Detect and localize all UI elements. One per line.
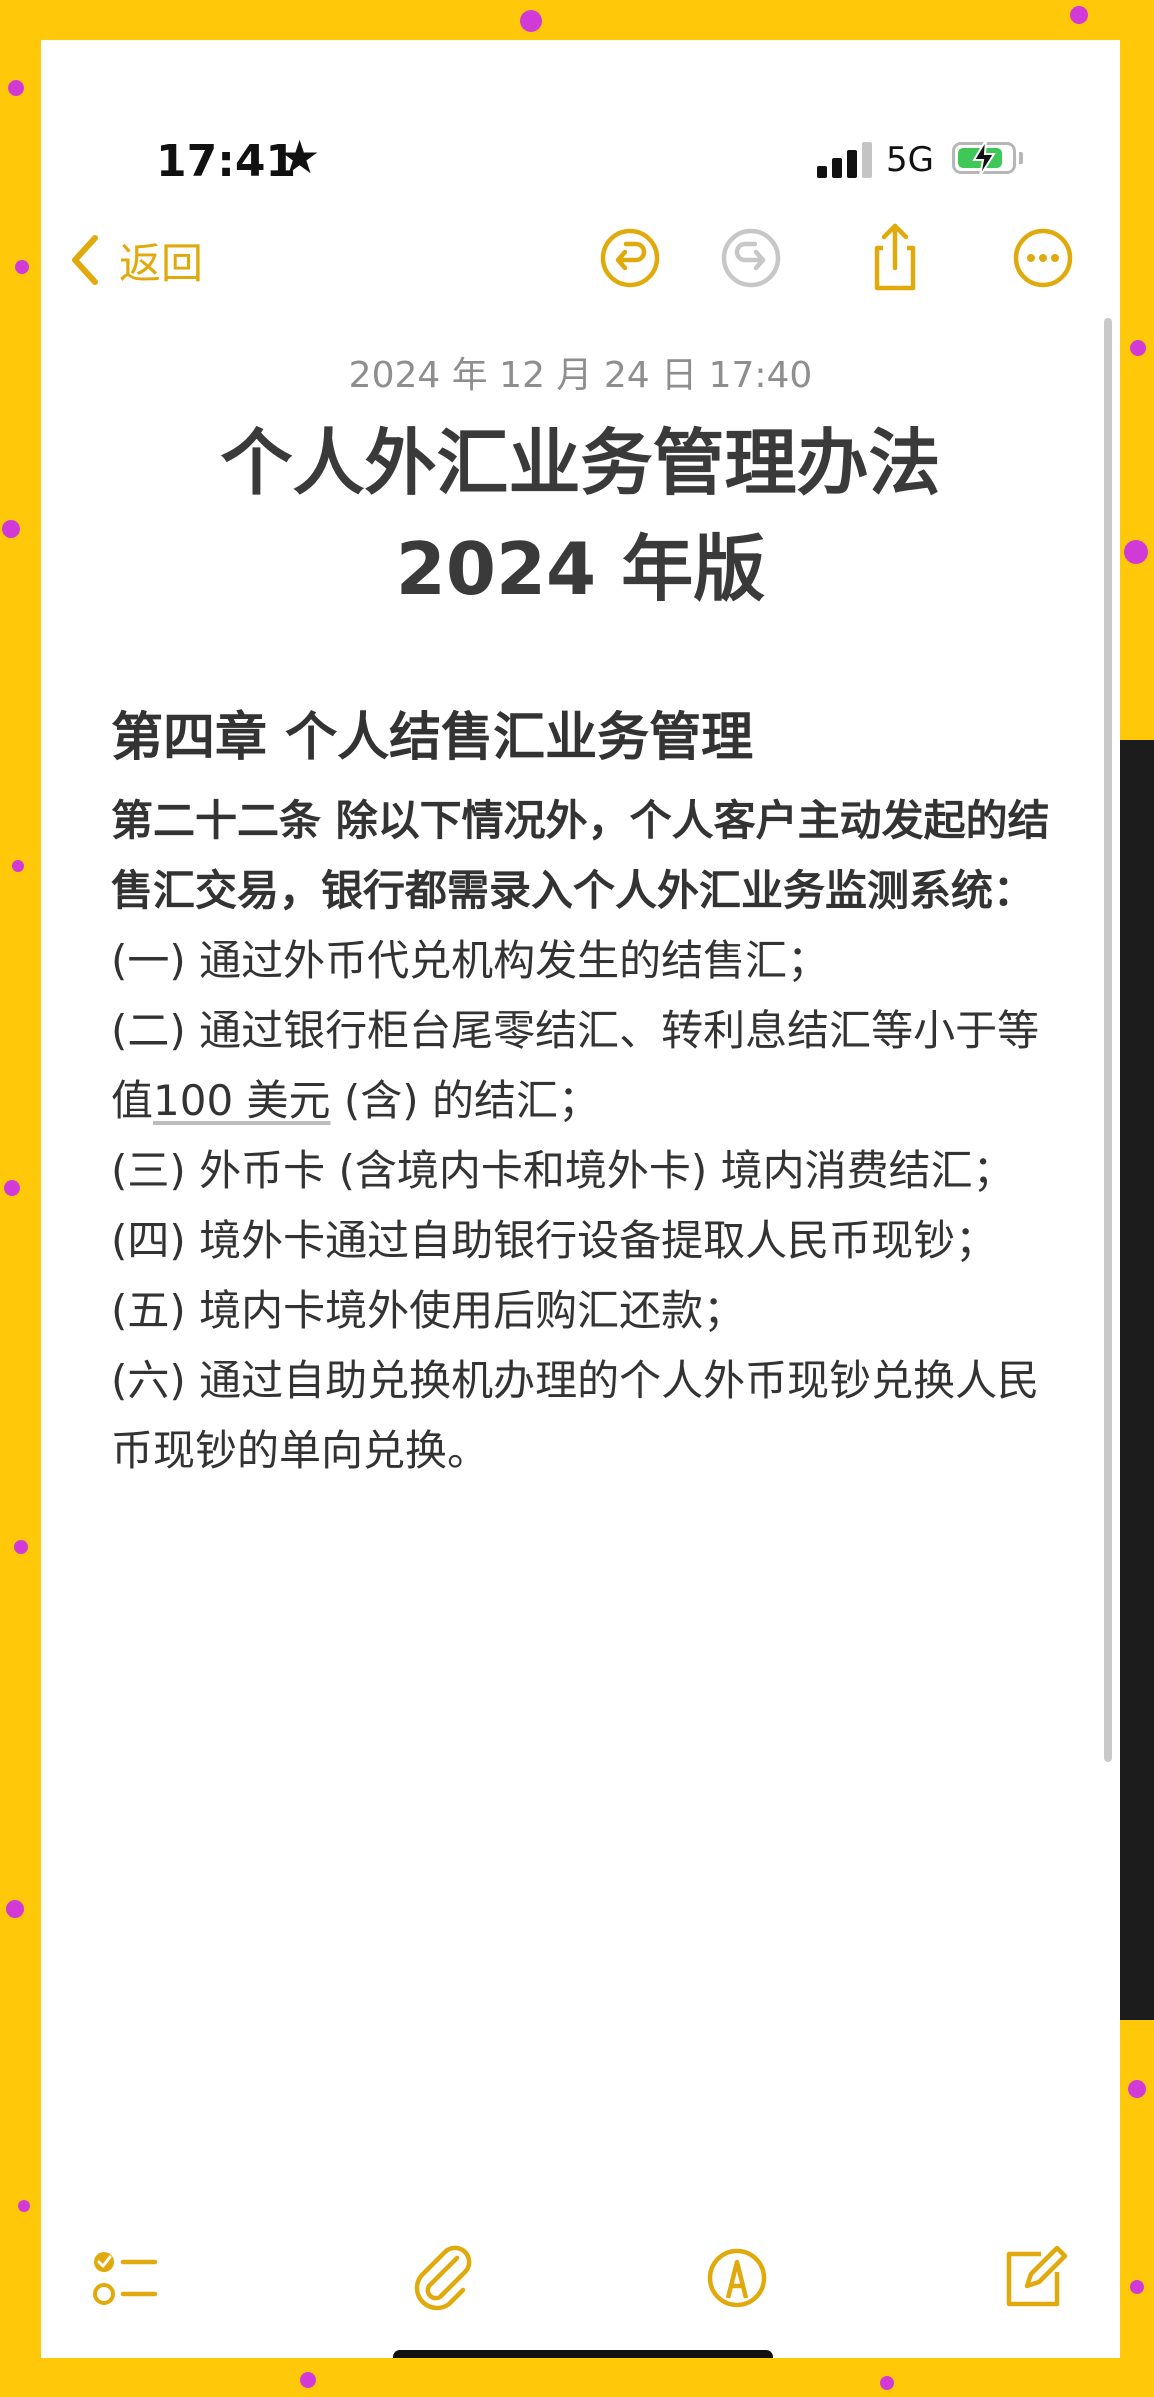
location-star-icon: ★ [279,130,321,184]
decor-dot [300,2372,316,2388]
decor-dot [2,520,20,538]
checklist-icon[interactable] [85,2236,169,2320]
note-date: 2024 年 12 月 24 日 17:40 [348,355,813,396]
share-icon[interactable] [853,216,937,300]
note-title[interactable]: 个人外汇业务管理办法 2024 年版 [41,410,1120,622]
background-photo-edge [1114,740,1154,2020]
scrollbar[interactable] [1104,318,1112,1762]
cellular-signal-icon [817,140,875,178]
note-title-line-2: 2024 年版 [395,527,766,611]
decor-dot [1070,6,1088,24]
currency-amount-link[interactable]: 100 美元 [153,1076,331,1125]
decor-dot [1130,2280,1144,2294]
list-item: (三) 外币卡 (含境内卡和境外卡) 境内消费结汇； [111,1146,1015,1195]
list-item: (五) 境内卡境外使用后购汇还款； [111,1286,746,1335]
decor-dot [1128,2080,1146,2098]
decor-dot [4,1180,20,1196]
decor-dot [14,1540,28,1554]
compose-icon[interactable] [991,2236,1075,2320]
attachment-icon[interactable] [401,2236,485,2320]
battery-cap [1019,152,1023,164]
redo-icon[interactable] [709,216,793,300]
list-item: (四) 境外卡通过自助银行设备提取人民币现钞； [111,1216,998,1265]
list-item: (一) 通过外币代兑机构发生的结售汇； [111,936,830,985]
home-indicator [393,2350,773,2358]
back-button[interactable]: 返回 [65,220,203,300]
markup-icon[interactable] [695,2236,779,2320]
decor-dot [880,2376,894,2390]
article-paragraph: 第二十二条 除以下情况外，个人客户主动发起的结售汇交易，银行都需录入个人外汇业务… [111,796,1050,915]
decor-dot [15,260,29,274]
chevron-left-icon [72,235,98,285]
decor-dot [6,1900,24,1918]
back-label: 返回 [119,238,204,288]
chapter-heading: 第四章 个人结售汇业务管理 [111,708,754,768]
more-icon[interactable] [1001,216,1085,300]
decor-dot [8,80,24,96]
list-item-text: (含) 的结汇； [330,1076,601,1125]
decor-dot [1124,540,1148,564]
list-item: (二) 通过银行柜台尾零结汇、转利息结汇等小于等值100 美元 (含) 的结汇； [111,996,1081,1136]
decor-dot [1130,340,1146,356]
list-item: (六) 通过自助兑换机办理的个人外币现钞兑换人民币现钞的单向兑换。 [111,1356,1040,1475]
note-title-line-1: 个人外汇业务管理办法 [220,421,941,505]
decor-dot [12,860,24,872]
decor-dot [520,10,542,32]
network-type: 5G [886,140,934,180]
charging-bolt-icon [972,139,996,177]
decor-dot [18,2200,30,2212]
undo-icon[interactable] [588,216,672,300]
note-body[interactable]: 第四章 个人结售汇业务管理 第二十二条 除以下情况外，个人客户主动发起的结售汇交… [111,698,1081,1486]
notes-screen: 17:41 ★ 5G 返回 2024 年 12 月 24 日 17:40 个人外… [41,40,1120,2358]
status-time: 17:41 [156,136,297,187]
